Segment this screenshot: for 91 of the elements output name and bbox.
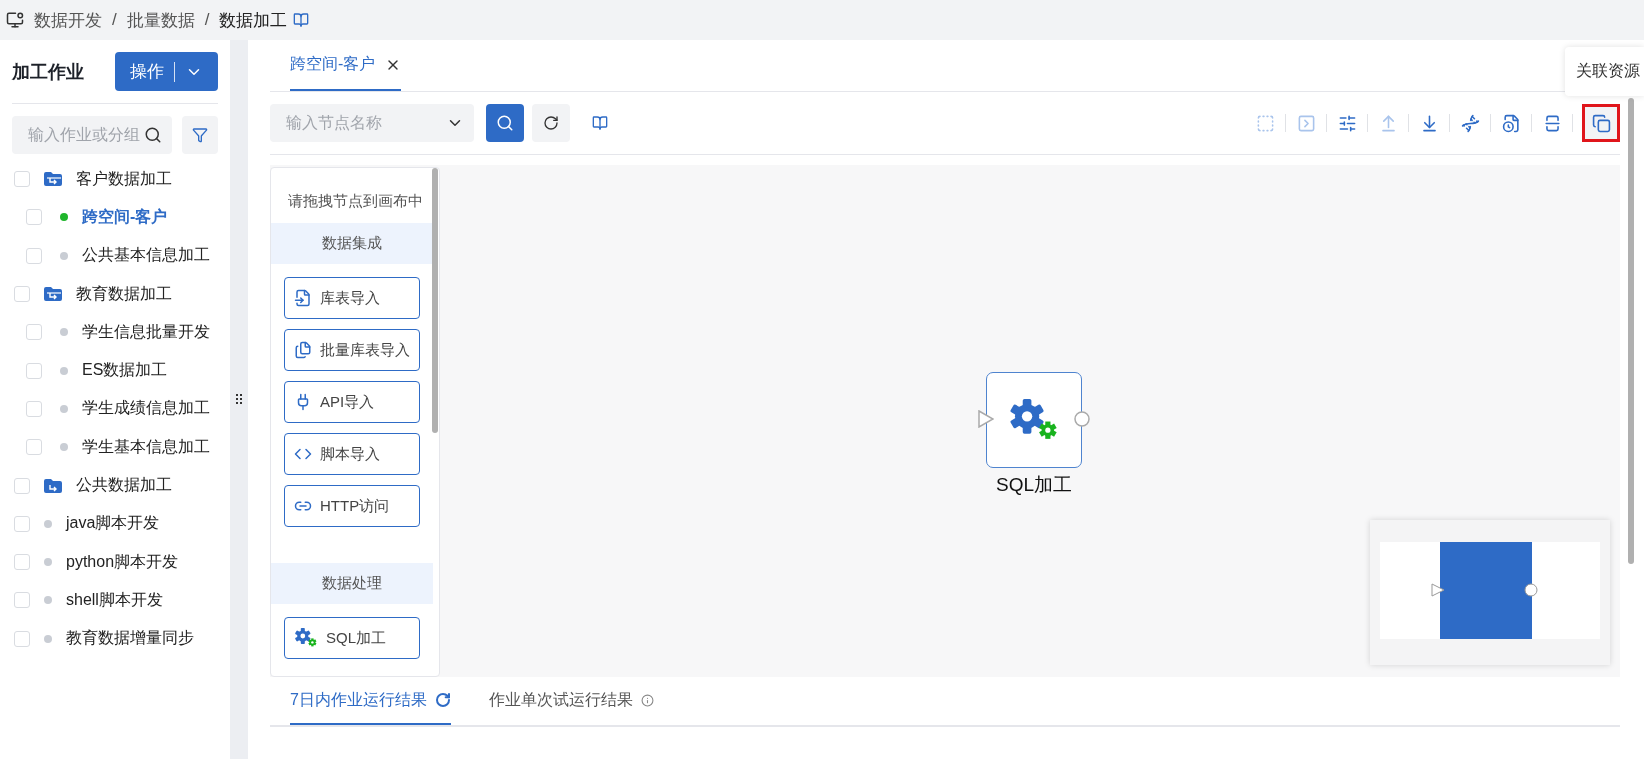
job-name[interactable]: 跨空间-客户 — [82, 206, 168, 228]
job-name[interactable]: 学生成绩信息加工 — [82, 398, 210, 420]
refresh-button[interactable] — [532, 104, 570, 142]
output-port-icon[interactable] — [1074, 411, 1090, 427]
checkbox[interactable] — [14, 477, 30, 494]
group-name[interactable]: 客户数据加工 — [76, 168, 172, 190]
info-icon[interactable] — [640, 693, 654, 707]
checkbox[interactable] — [26, 209, 42, 226]
job-name[interactable]: python脚本开发 — [66, 551, 179, 573]
job-name[interactable]: 公共基本信息加工 — [82, 245, 210, 267]
job-name[interactable]: 学生基本信息加工 — [82, 436, 210, 458]
job-name[interactable]: 学生信息批量开发 — [82, 321, 210, 343]
code-monitor-icon — [6, 11, 24, 29]
checkbox[interactable] — [14, 554, 30, 571]
group-name[interactable]: 公共数据加工 — [76, 475, 172, 496]
input-port-icon[interactable] — [978, 410, 994, 428]
filter-button[interactable] — [182, 116, 218, 154]
minimap[interactable] — [1370, 520, 1610, 665]
node-item[interactable]: 批量库表导入 — [284, 329, 420, 371]
folder-icon — [44, 478, 62, 493]
breadcrumb-item[interactable]: 数据开发 — [34, 8, 102, 32]
copy-icon — [1591, 113, 1611, 133]
drag-handle-icon[interactable] — [236, 393, 242, 406]
node-item[interactable]: 库表导入 — [284, 277, 420, 319]
split-square-icon — [1542, 113, 1562, 133]
job-name[interactable]: 教育数据增量同步 — [66, 628, 194, 650]
breadcrumb-separator: / — [112, 10, 117, 30]
checkbox[interactable] — [26, 247, 42, 264]
search-box[interactable]: 输入作业或分组 — [12, 116, 173, 154]
gears-icon — [294, 628, 318, 648]
node-label: SQL加工 — [996, 473, 1072, 497]
job-name[interactable]: java脚本开发 — [66, 513, 160, 535]
open-folder-icon — [44, 287, 62, 302]
checkbox[interactable] — [26, 324, 42, 341]
node-item-label: HTTP访问 — [320, 496, 390, 516]
breadcrumb-item: 数据加工 — [219, 9, 288, 32]
gears-icon — [1008, 399, 1060, 441]
palette-hint: 请拖拽节点到画布中 — [286, 191, 424, 211]
checkbox[interactable] — [14, 171, 30, 188]
search-button[interactable] — [486, 104, 524, 142]
breadcrumb-item[interactable]: 批量数据 — [126, 8, 195, 32]
dna-button[interactable] — [1459, 112, 1481, 134]
tooltip: 关联资源 — [1565, 47, 1644, 96]
tab-label[interactable]: 7日内作业运行结果 — [290, 689, 427, 711]
node-item-label: API导入 — [320, 392, 375, 412]
job-name[interactable]: shell脚本开发 — [66, 589, 163, 611]
node-item-label: 批量库表导入 — [320, 340, 410, 360]
refresh-icon — [543, 115, 559, 131]
node-item[interactable]: 脚本导入 — [284, 433, 420, 475]
scrollbar[interactable] — [432, 168, 438, 433]
node-item-label: 库表导入 — [320, 288, 380, 308]
node-item[interactable]: API导入 — [284, 381, 420, 423]
node-item-label: 脚本导入 — [320, 444, 380, 464]
book-icon[interactable] — [592, 115, 608, 131]
refresh-icon[interactable] — [434, 692, 451, 708]
sql-node[interactable] — [986, 372, 1082, 468]
tab-label[interactable]: 跨空间-客户 — [290, 54, 376, 75]
node-item[interactable]: SQL加工 — [284, 617, 420, 659]
tab-label[interactable]: 作业单次试运行结果 — [488, 689, 633, 711]
node-select[interactable]: 输入节点名称 — [270, 104, 474, 142]
clock-file-icon — [1501, 113, 1521, 133]
scrollbar[interactable] — [1628, 98, 1634, 564]
search-icon — [496, 114, 514, 132]
search-field[interactable]: 输入作业或分组 — [26, 125, 145, 145]
clock-file-button[interactable] — [1500, 112, 1522, 134]
section-title: 数据处理 — [271, 563, 433, 604]
job-name[interactable]: ES数据加工 — [82, 360, 168, 382]
book-icon[interactable] — [293, 12, 310, 28]
checkbox[interactable] — [14, 630, 30, 647]
filter-icon — [192, 127, 209, 143]
dna-icon — [1460, 113, 1480, 133]
copy-button[interactable] — [1582, 104, 1620, 142]
node-search-field[interactable]: 输入节点名称 — [284, 113, 446, 133]
checkbox[interactable] — [26, 439, 42, 456]
section-title: 数据集成 — [271, 223, 433, 264]
checkbox[interactable] — [14, 286, 30, 303]
node-item[interactable]: HTTP访问 — [284, 485, 420, 527]
checkbox[interactable] — [14, 515, 30, 532]
panel-title: 加工作业 — [12, 60, 84, 84]
open-folder-icon — [44, 172, 62, 187]
files-icon — [294, 341, 312, 359]
checkbox[interactable] — [14, 592, 30, 609]
checkbox[interactable] — [26, 362, 42, 379]
file-import-icon — [294, 289, 312, 307]
group-name[interactable]: 教育数据加工 — [76, 283, 172, 305]
operation-button[interactable]: 操作 — [115, 52, 218, 91]
sliders-icon — [1337, 113, 1357, 133]
breadcrumb-separator: / — [204, 10, 210, 30]
search-icon[interactable] — [144, 126, 163, 144]
checkbox[interactable] — [26, 400, 42, 417]
node-item-label: SQL加工 — [326, 628, 386, 648]
